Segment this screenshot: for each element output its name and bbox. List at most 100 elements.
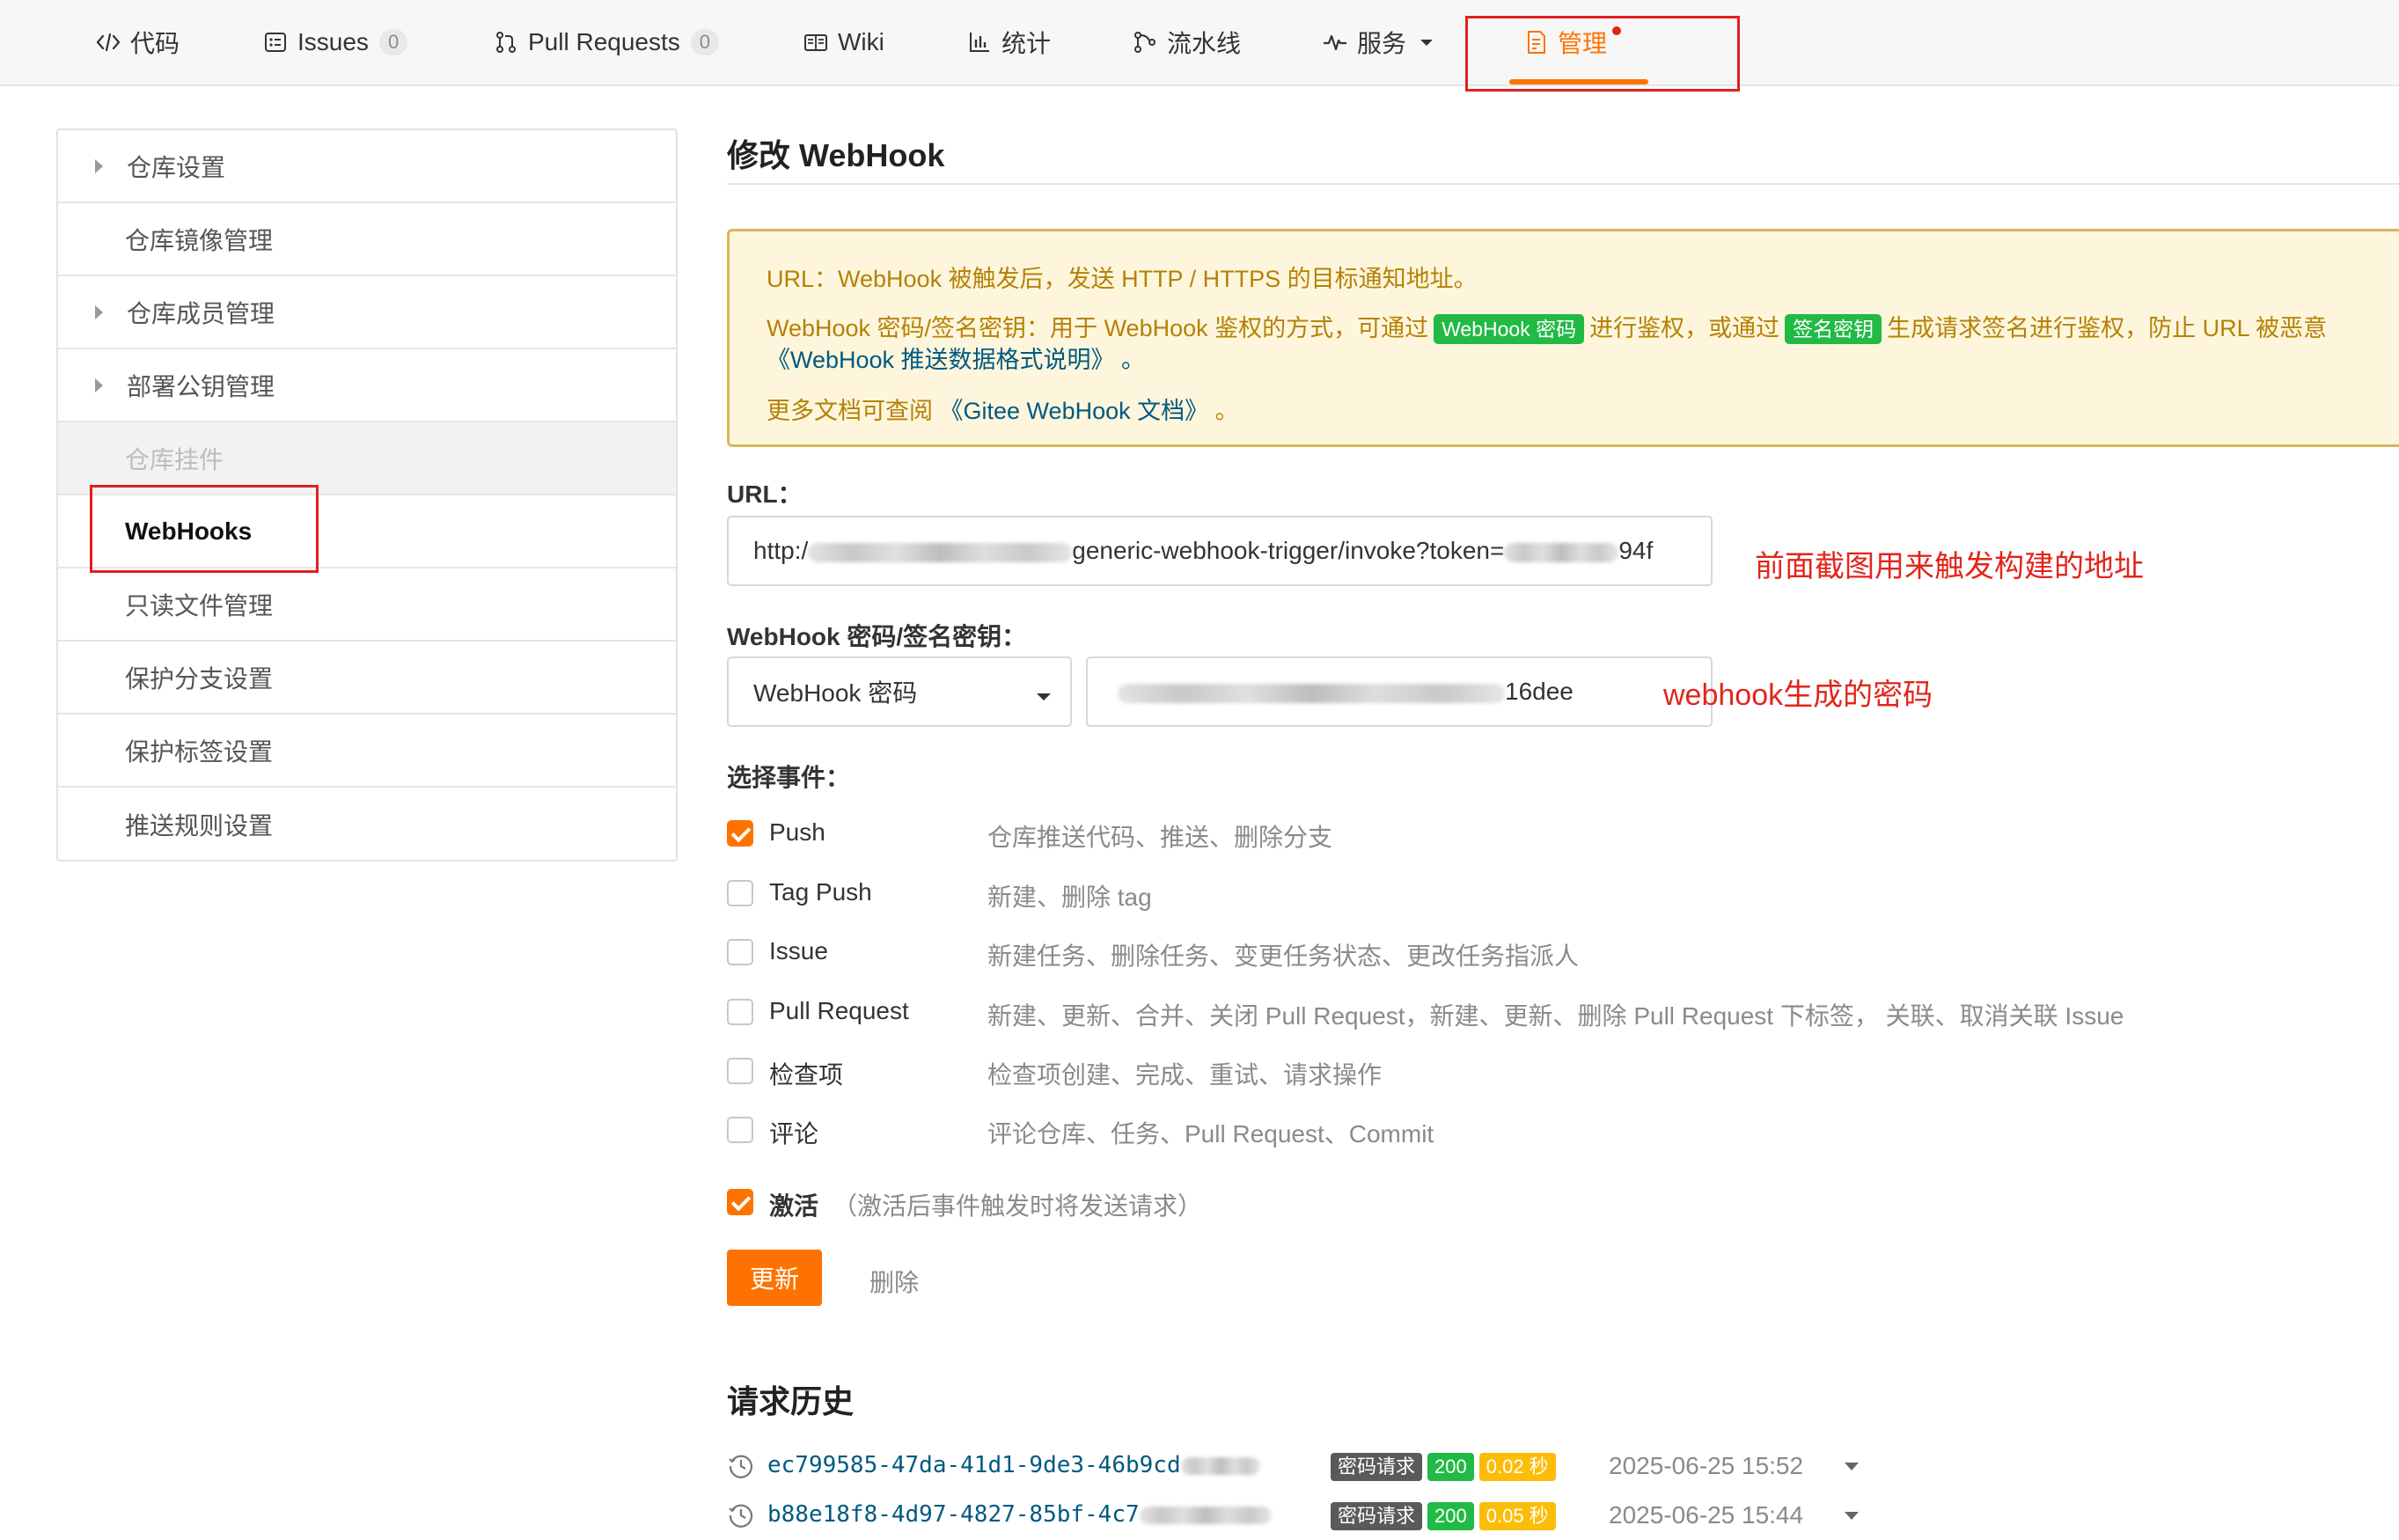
event-name: Tag Push: [769, 878, 872, 906]
tab-wiki[interactable]: Wiki: [803, 0, 884, 84]
caret-right-icon: [95, 378, 103, 392]
wiki-icon: [803, 29, 829, 55]
tab-stats-label: 统计: [1001, 30, 1052, 57]
notice-text: 生成请求签名进行鉴权，防止 URL 被恶意: [1887, 315, 2328, 341]
redacted-blur: [1139, 1506, 1272, 1524]
tab-service[interactable]: 服务: [1322, 0, 1434, 84]
caret-down-icon: [1037, 693, 1051, 700]
secret-value: 16dee: [1088, 678, 1574, 706]
expand-caret-icon[interactable]: [1845, 1463, 1859, 1470]
event-desc: 新建任务、删除任务、变更任务状态、更改任务指派人: [987, 942, 1580, 970]
request-type-badge: 密码请求: [1331, 1502, 1423, 1530]
tab-pipeline-label: 流水线: [1167, 30, 1242, 57]
request-time: 2025-06-25 15:44: [1609, 1501, 1804, 1529]
event-name: Issue: [769, 937, 828, 964]
activate-label: 激活: [769, 1192, 819, 1220]
pull-request-icon: [493, 29, 519, 55]
payload-format-link[interactable]: 《WebHook 推送数据格式说明》 。: [767, 347, 1145, 373]
url-value: http:/ generic-webhook-trigger/invoke?tok…: [729, 537, 1653, 565]
request-id-tail: cd: [1153, 1452, 1181, 1478]
history-row[interactable]: b88e18f8-4d97-4827-85bf-4c7 密码请求 200 0.0…: [727, 1498, 2399, 1535]
redacted-blur: [808, 542, 1073, 562]
tab-pipeline[interactable]: 流水线: [1132, 0, 1241, 84]
gitee-webhook-docs-link[interactable]: 《Gitee WebHook 文档》: [940, 398, 1209, 424]
sidebar-item-push-rules[interactable]: 推送规则设置: [58, 788, 676, 861]
push-checkbox[interactable]: [727, 820, 753, 847]
url-value-start: http:/: [753, 537, 809, 564]
event-name: Pull Request: [769, 997, 909, 1024]
request-time: 2025-06-25 15:52: [1609, 1452, 1804, 1479]
notice-line-url: URL：WebHook 被触发后，发送 HTTP / HTTPS 的目标通知地址…: [767, 266, 1478, 292]
url-value-mid: generic-webhook-trigger/invoke?token=: [1072, 537, 1505, 564]
event-row-issue: Issue 新建任务、删除任务、变更任务状态、更改任务指派人: [727, 935, 2311, 971]
event-row-tag-push: Tag Push 新建、删除 tag: [727, 876, 2311, 912]
secret-type-value: WebHook 密码: [753, 679, 918, 707]
chevron-down-icon: [1419, 37, 1434, 48]
activate-checkbox[interactable]: [727, 1189, 753, 1215]
url-input[interactable]: http:/ generic-webhook-trigger/invoke?tok…: [727, 516, 1713, 586]
issue-checkbox[interactable]: [727, 939, 753, 965]
notice-line-docs: 更多文档可查阅 《Gitee WebHook 文档》 。: [767, 392, 1239, 426]
duration-badge: 0.05 秒: [1478, 1502, 1556, 1530]
secret-label: WebHook 密码/签名密钥：: [727, 623, 1027, 650]
caret-right-icon: [95, 158, 103, 173]
notice-line-format: 《WebHook 推送数据格式说明》 。: [767, 341, 1145, 375]
status-badge: 200: [1427, 1453, 1474, 1481]
tab-stats[interactable]: 统计: [966, 0, 1051, 84]
secret-type-select[interactable]: WebHook 密码: [727, 656, 1072, 727]
tab-issues[interactable]: Issues 0: [262, 0, 408, 84]
sidebar-item-label: 部署公钥管理: [127, 372, 275, 400]
event-desc: 仓库推送代码、推送、删除分支: [987, 824, 1333, 851]
sidebar-item-protected-tags[interactable]: 保护标签设置: [58, 715, 676, 788]
sidebar-item-readonly-files[interactable]: 只读文件管理: [58, 568, 676, 642]
pull-request-checkbox[interactable]: [727, 999, 753, 1025]
service-icon: [1322, 29, 1348, 55]
history-clock-icon: [729, 1455, 753, 1478]
sidebar-item-protected-branches[interactable]: 保护分支设置: [58, 642, 676, 715]
secret-input[interactable]: 16dee: [1086, 656, 1713, 727]
history-clock-icon: [729, 1504, 753, 1528]
secret-value-end: 16dee: [1505, 678, 1574, 705]
notice-text: 更多文档可查阅: [767, 398, 933, 424]
event-name: Push: [769, 818, 825, 846]
sidebar-item-repo-settings[interactable]: 仓库设置: [58, 130, 676, 203]
event-row-check-run: 检查项 检查项创建、完成、重试、请求操作: [727, 1054, 2311, 1089]
activate-note: （激活后事件触发时将发送请求）: [833, 1192, 1203, 1220]
sidebar-item-mirror[interactable]: 仓库镜像管理: [58, 203, 676, 276]
sidebar-item-label: 仓库挂件: [125, 445, 224, 473]
page-title: 修改 WebHook: [727, 137, 945, 173]
request-id[interactable]: b88e18f8-4d97-4827-85bf-4c7: [767, 1501, 1272, 1528]
check-run-checkbox[interactable]: [727, 1058, 753, 1084]
duration-badge: 0.02 秒: [1478, 1453, 1556, 1481]
event-desc: 检查项创建、完成、重试、请求操作: [987, 1061, 1383, 1089]
notice-text: WebHook 密码/签名密钥：用于 WebHook 鉴权的方式，可通过: [767, 315, 1429, 341]
url-label: URL：: [727, 480, 803, 508]
tab-pull-requests[interactable]: Pull Requests 0: [493, 0, 720, 84]
sidebar-item-label: 仓库成员管理: [127, 299, 275, 327]
update-button[interactable]: 更新: [727, 1250, 822, 1306]
tab-pull-requests-label: Pull Requests: [528, 28, 680, 55]
url-value-end: 94f: [1618, 537, 1654, 564]
event-row-push: Push 仓库推送代码、推送、删除分支: [727, 817, 2311, 852]
tab-issues-label: Issues: [297, 28, 369, 55]
tag-push-checkbox[interactable]: [727, 880, 753, 906]
issues-count-badge: 0: [378, 29, 408, 55]
url-annotation: 前面截图用来触发构建的地址: [1755, 550, 2144, 583]
expand-caret-icon[interactable]: [1845, 1512, 1859, 1520]
notice-text: 进行鉴权，或通过: [1589, 315, 1780, 341]
request-id[interactable]: ec799585-47da-41d1-9de3-46b9cd: [767, 1452, 1260, 1478]
history-title: 请求历史: [727, 1383, 855, 1419]
sidebar-item-members[interactable]: 仓库成员管理: [58, 276, 676, 349]
highlight-box-webhooks: [90, 485, 319, 573]
info-notice: URL：WebHook 被触发后，发送 HTTP / HTTPS 的目标通知地址…: [727, 229, 2399, 447]
notice-pill-webhook-password: WebHook 密码: [1434, 314, 1585, 344]
sidebar-item-label: 仓库设置: [127, 153, 226, 181]
redacted-blur: [1118, 683, 1505, 703]
delete-button[interactable]: 删除: [869, 1264, 919, 1299]
stats-icon: [966, 29, 993, 55]
comment-checkbox[interactable]: [727, 1117, 753, 1143]
history-row[interactable]: ec799585-47da-41d1-9de3-46b9cd 密码请求 200 …: [727, 1448, 2399, 1485]
code-icon: [95, 29, 121, 55]
tab-code[interactable]: 代码: [95, 0, 180, 84]
sidebar-item-deploy-keys[interactable]: 部署公钥管理: [58, 349, 676, 422]
